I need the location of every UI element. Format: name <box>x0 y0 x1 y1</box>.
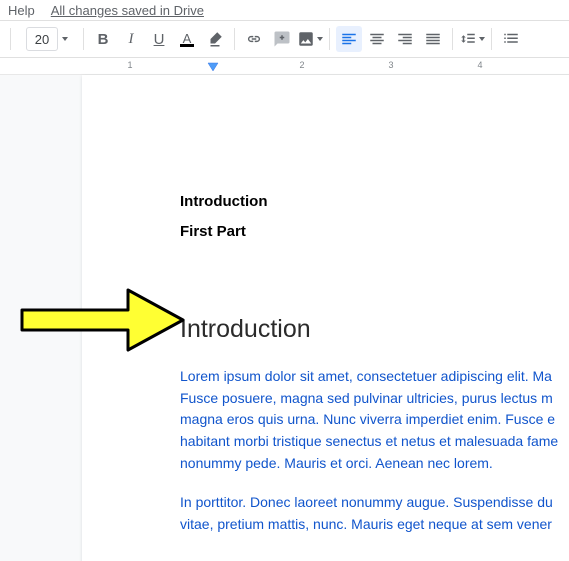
image-icon <box>297 30 315 48</box>
highlight-icon <box>206 30 224 48</box>
text-color-button[interactable]: A <box>174 26 200 52</box>
comment-icon <box>273 30 291 48</box>
separator <box>10 28 11 50</box>
separator <box>491 28 492 50</box>
highlight-button[interactable] <box>202 26 228 52</box>
separator <box>234 28 235 50</box>
separator <box>329 28 330 50</box>
align-left-icon <box>340 30 358 48</box>
caret-down-icon <box>479 37 485 41</box>
ruler-mark: 1 <box>127 60 132 70</box>
body-paragraph[interactable]: Lorem ipsum dolor sit amet, consectetuer… <box>180 366 569 474</box>
horizontal-ruler[interactable]: 1 2 3 4 <box>0 58 569 75</box>
menu-help[interactable]: Help <box>8 3 35 18</box>
link-icon <box>245 30 263 48</box>
align-right-icon <box>396 30 414 48</box>
align-center-icon <box>368 30 386 48</box>
toc-item[interactable]: Introduction <box>180 193 569 211</box>
menu-bar: Help All changes saved in Drive <box>0 0 569 20</box>
ruler-mark: 4 <box>477 60 482 70</box>
ruler-mark: 3 <box>388 60 393 70</box>
text-color-bar <box>180 44 194 47</box>
underline-button[interactable]: U <box>146 26 172 52</box>
caret-down-icon <box>317 37 323 41</box>
heading-1[interactable]: Introduction <box>180 315 569 344</box>
align-center-button[interactable] <box>364 26 390 52</box>
insert-image-button[interactable] <box>297 26 323 52</box>
font-size-input[interactable] <box>26 27 58 51</box>
numbered-list-icon <box>502 30 520 48</box>
bold-button[interactable]: B <box>90 26 116 52</box>
toc-item[interactable]: First Part <box>180 223 569 241</box>
body-paragraph[interactable]: In porttitor. Donec laoreet nonummy augu… <box>180 492 569 535</box>
table-of-contents: Introduction First Part <box>180 193 569 241</box>
numbered-list-button[interactable] <box>498 26 524 52</box>
align-justify-button[interactable] <box>420 26 446 52</box>
line-spacing-button[interactable] <box>459 26 485 52</box>
ruler-mark: 2 <box>299 60 304 70</box>
italic-button[interactable]: I <box>118 26 144 52</box>
align-left-button[interactable] <box>336 26 362 52</box>
indent-marker-icon[interactable] <box>206 61 220 73</box>
document-page[interactable]: Introduction First Part Introduction Lor… <box>82 75 569 561</box>
caret-down-icon <box>62 37 68 41</box>
separator <box>83 28 84 50</box>
insert-link-button[interactable] <box>241 26 267 52</box>
align-justify-icon <box>424 30 442 48</box>
separator <box>452 28 453 50</box>
document-workspace: Introduction First Part Introduction Lor… <box>0 75 569 561</box>
insert-comment-button[interactable] <box>269 26 295 52</box>
save-status[interactable]: All changes saved in Drive <box>51 3 204 18</box>
align-right-button[interactable] <box>392 26 418 52</box>
toolbar: B I U A <box>0 20 569 58</box>
font-size-control[interactable] <box>17 27 77 51</box>
line-spacing-icon <box>459 30 477 48</box>
